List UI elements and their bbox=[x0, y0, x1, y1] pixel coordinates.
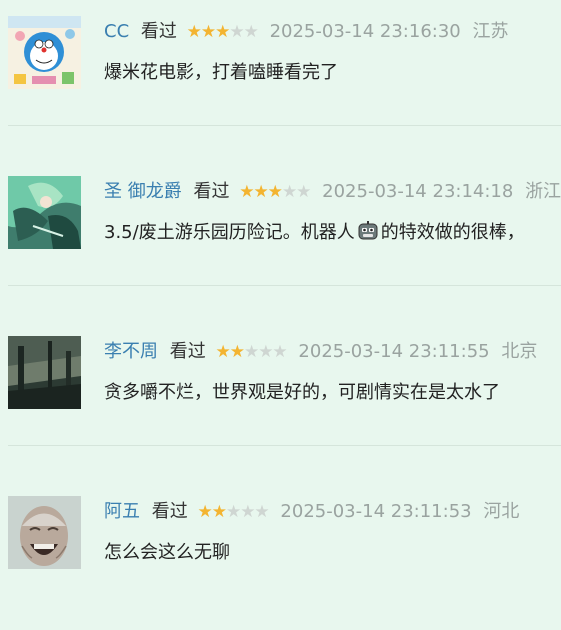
comment-timestamp: 2025-03-14 23:11:55 bbox=[298, 341, 490, 362]
comment-item: 圣 御龙爵 看过 ★★★★★ 2025-03-14 23:14:18 浙江 3.… bbox=[0, 160, 561, 310]
comment-timestamp: 2025-03-14 23:11:53 bbox=[280, 501, 472, 522]
star-empty-icon: ★★★ bbox=[243, 342, 288, 362]
watch-status: 看过 bbox=[151, 501, 188, 522]
watch-status: 看过 bbox=[140, 21, 177, 42]
username-link[interactable]: 李不周 bbox=[104, 341, 158, 362]
comment-item: 阿五 看过 ★★★★★ 2025-03-14 23:11:53 河北 怎么会这么… bbox=[0, 480, 561, 630]
comment-meta: 李不周 看过 ★★★★★ 2025-03-14 23:11:55 北京 bbox=[104, 340, 537, 364]
avatar-photo-icon bbox=[8, 336, 81, 409]
avatar[interactable] bbox=[8, 16, 81, 89]
username-link[interactable]: 阿五 bbox=[104, 501, 140, 522]
comment-text: 怎么会这么无聊 bbox=[104, 542, 230, 563]
comment-timestamp: 2025-03-14 23:14:18 bbox=[322, 181, 514, 202]
comment-item: CC 看过 ★★★★★ 2025-03-14 23:16:30 江苏 爆米花电影… bbox=[0, 0, 561, 150]
username-link[interactable]: 圣 御龙爵 bbox=[104, 181, 182, 202]
comment-text-part: 的特效做的很棒， bbox=[380, 222, 525, 243]
avatar-anime-icon bbox=[8, 176, 81, 249]
watch-status: 看过 bbox=[193, 181, 230, 202]
comment-text: 3.5/废土游乐园历险记。机器人 的特效做的很棒， bbox=[104, 220, 525, 246]
star-empty-icon: ★★★ bbox=[225, 502, 270, 522]
star-filled-icon: ★★ bbox=[215, 342, 245, 362]
divider bbox=[8, 285, 561, 286]
star-filled-icon: ★★★ bbox=[239, 182, 283, 202]
comment-location: 江苏 bbox=[472, 21, 509, 42]
star-empty-icon: ★★ bbox=[281, 182, 312, 202]
username-link[interactable]: CC bbox=[104, 21, 129, 42]
comment-text: 爆米花电影，打着嗑睡看完了 bbox=[104, 62, 338, 83]
star-empty-icon: ★★ bbox=[229, 22, 259, 42]
star-filled-icon: ★★ bbox=[197, 502, 227, 522]
robot-face-icon bbox=[357, 220, 379, 242]
watch-status: 看过 bbox=[169, 341, 206, 362]
avatar[interactable] bbox=[8, 176, 81, 249]
divider bbox=[8, 125, 561, 126]
comment-meta: 圣 御龙爵 看过 ★★★★★ 2025-03-14 23:14:18 浙江 bbox=[104, 180, 561, 204]
avatar-doraemon-icon bbox=[8, 16, 81, 89]
comment-timestamp: 2025-03-14 23:16:30 bbox=[269, 21, 461, 42]
divider bbox=[8, 445, 561, 446]
avatar[interactable] bbox=[8, 496, 81, 569]
rating-stars: ★★★★★ bbox=[239, 180, 312, 204]
comment-location: 浙江 bbox=[525, 181, 561, 202]
avatar[interactable] bbox=[8, 336, 81, 409]
rating-stars: ★★★★★ bbox=[186, 20, 259, 44]
rating-stars: ★★★★★ bbox=[215, 340, 288, 364]
comment-meta: CC 看过 ★★★★★ 2025-03-14 23:16:30 江苏 bbox=[104, 20, 508, 44]
comment-list: CC 看过 ★★★★★ 2025-03-14 23:16:30 江苏 爆米花电影… bbox=[0, 0, 561, 583]
comment-item: 李不周 看过 ★★★★★ 2025-03-14 23:11:55 北京 贪多嚼不… bbox=[0, 320, 561, 470]
comment-location: 北京 bbox=[501, 341, 538, 362]
comment-meta: 阿五 看过 ★★★★★ 2025-03-14 23:11:53 河北 bbox=[104, 500, 519, 524]
avatar-laughing-face-icon bbox=[8, 496, 81, 569]
rating-stars: ★★★★★ bbox=[197, 500, 270, 524]
comment-text: 贪多嚼不烂，世界观是好的，可剧情实在是太水了 bbox=[104, 382, 500, 403]
star-filled-icon: ★★★ bbox=[186, 22, 231, 42]
comment-text-part: 3.5/废土游乐园历险记。机器人 bbox=[104, 222, 355, 243]
comment-location: 河北 bbox=[483, 501, 520, 522]
